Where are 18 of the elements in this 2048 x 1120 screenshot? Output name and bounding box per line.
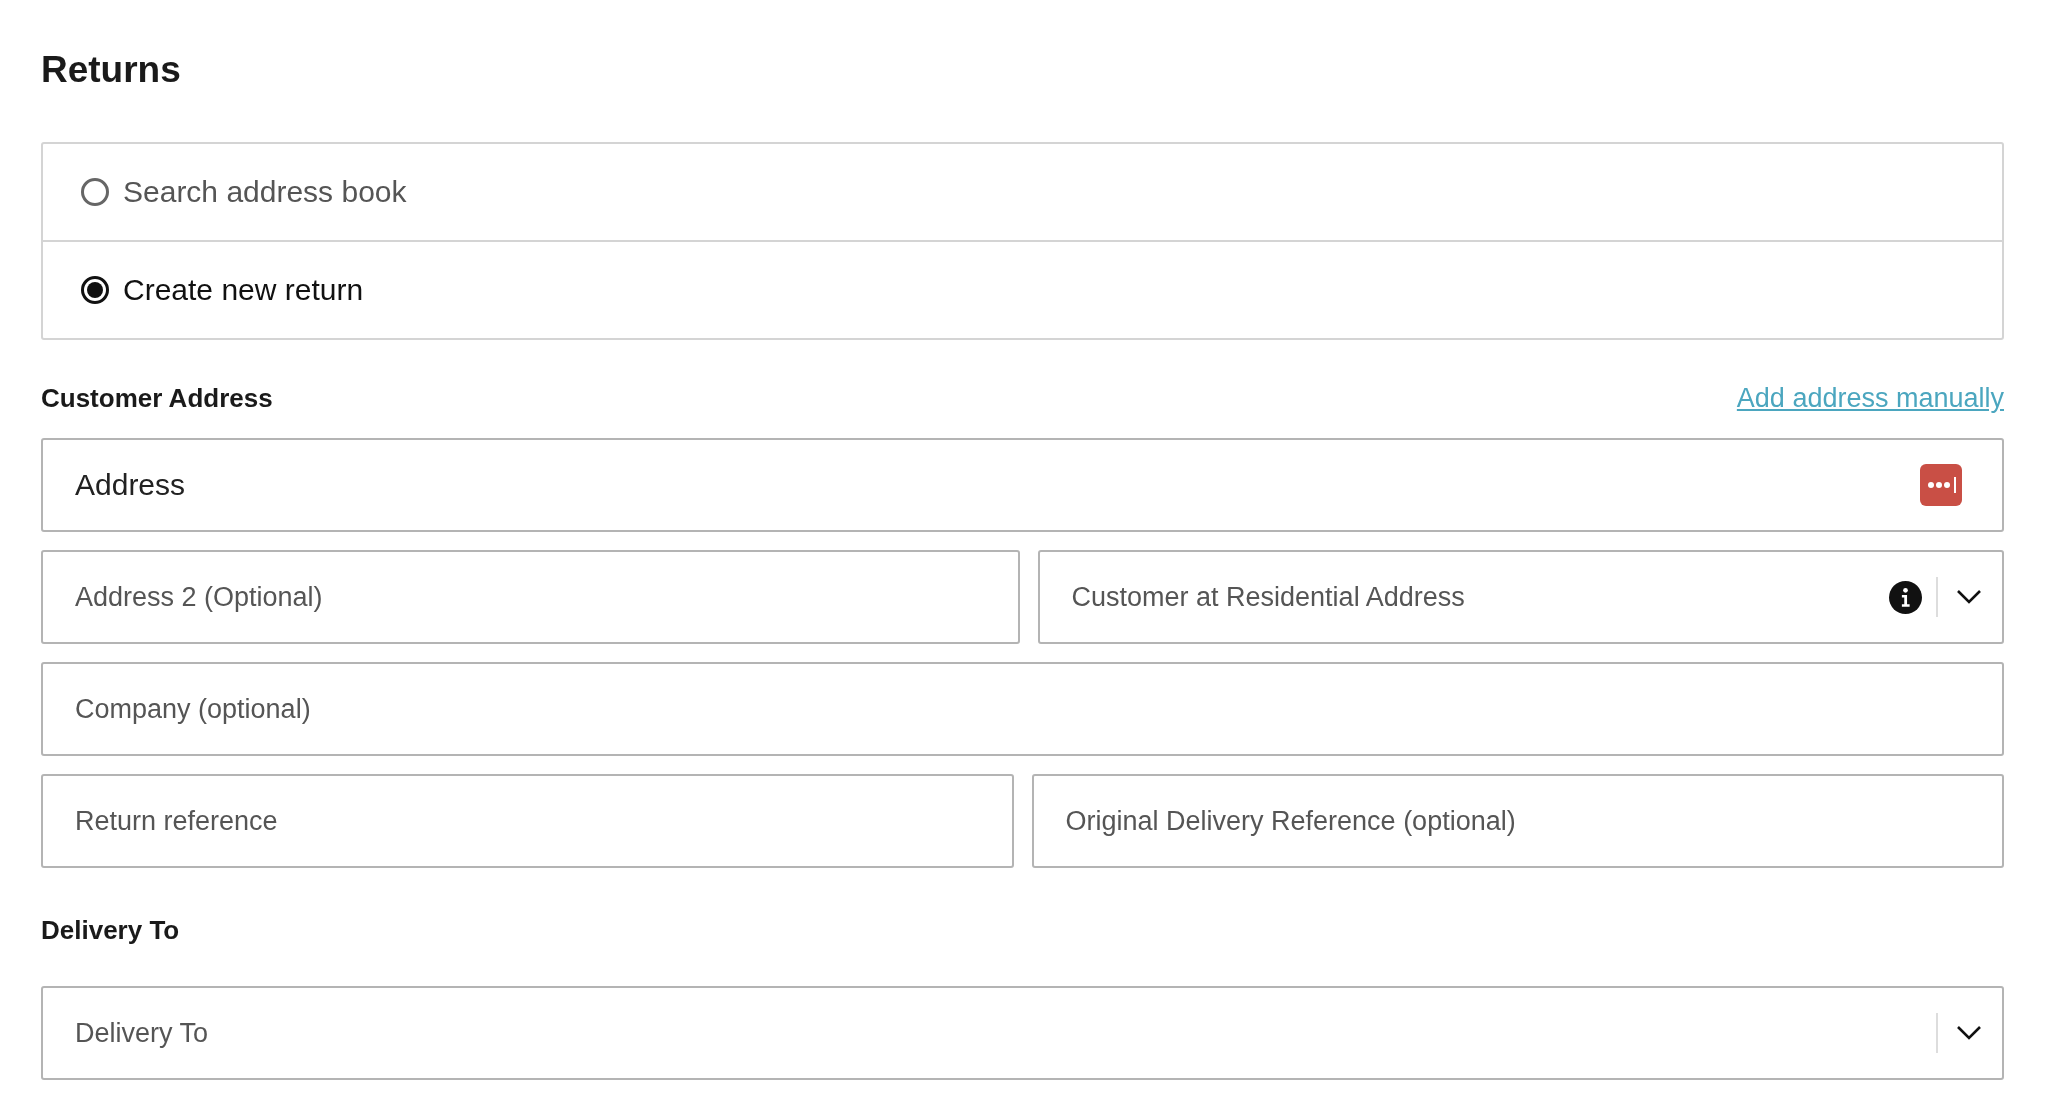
chevron-down-icon[interactable] (1956, 589, 1982, 605)
radio-button[interactable] (81, 276, 109, 304)
text-field[interactable]: Original Delivery Reference (optional) (1031, 774, 2004, 868)
dropdown[interactable]: Customer at Residential Address (1037, 550, 2004, 644)
password-manager-icon[interactable] (1920, 464, 1962, 506)
option-label[interactable]: Search address book (123, 175, 407, 209)
text-field[interactable]: Company (optional) (41, 662, 2004, 756)
text-field[interactable]: Address 2 (Optional) (41, 550, 1020, 644)
dropdown[interactable]: Delivery To (41, 986, 2004, 1080)
text-field[interactable]: Return reference (41, 774, 1014, 868)
info-icon[interactable] (1889, 580, 1922, 614)
chevron-down-icon[interactable] (1956, 1025, 1982, 1041)
section-label: Delivery To (41, 914, 180, 946)
option-label[interactable]: Create new return (123, 273, 364, 307)
address-field[interactable]: Address (41, 438, 2004, 532)
radio-button[interactable] (81, 178, 109, 206)
section-label: Customer Address (41, 382, 273, 414)
page-title: Returns (41, 48, 182, 92)
